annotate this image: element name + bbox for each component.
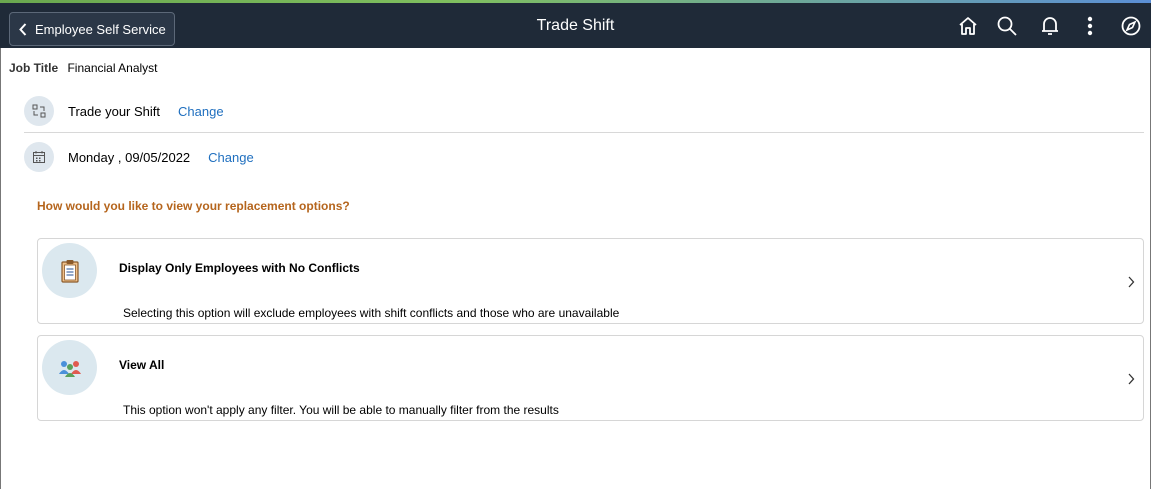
option-title: Display Only Employees with No Conflicts	[119, 261, 360, 275]
replacement-question: How would you like to view your replacem…	[37, 199, 350, 213]
option-view-all[interactable]: View All This option won't apply any fil…	[37, 335, 1144, 421]
top-bar: Employee Self Service Trade Shift	[0, 3, 1151, 48]
date-change-link[interactable]: Change	[208, 150, 254, 165]
bell-icon[interactable]	[1037, 13, 1063, 39]
home-icon[interactable]	[955, 13, 981, 39]
people-icon	[42, 340, 97, 395]
job-title-value: Financial Analyst	[67, 61, 158, 75]
chevron-right-icon	[1128, 373, 1135, 385]
date-row: Monday , 09/05/2022 Change	[24, 141, 254, 173]
trade-shift-text: Trade your Shift	[68, 103, 161, 119]
more-vertical-icon[interactable]	[1077, 13, 1103, 39]
job-title-row: Job Title Financial Analyst	[9, 61, 158, 75]
chevron-right-icon	[1128, 276, 1135, 288]
search-icon[interactable]	[994, 13, 1020, 39]
date-text: Monday , 09/05/2022	[68, 149, 191, 165]
option-no-conflicts[interactable]: Display Only Employees with No Conflicts…	[37, 238, 1144, 324]
trade-shift-change-link[interactable]: Change	[178, 104, 224, 119]
trade-shift-row: Trade your Shift Change	[24, 95, 224, 127]
calendar-icon	[24, 142, 54, 172]
option-title: View All	[119, 358, 165, 372]
option-description: This option won't apply any filter. You …	[123, 403, 559, 417]
compass-icon[interactable]	[1118, 13, 1144, 39]
job-title-label: Job Title	[9, 61, 59, 75]
divider	[24, 132, 1144, 133]
trade-shift-icon	[24, 96, 54, 126]
option-description: Selecting this option will exclude emplo…	[123, 306, 620, 320]
clipboard-icon	[42, 243, 97, 298]
